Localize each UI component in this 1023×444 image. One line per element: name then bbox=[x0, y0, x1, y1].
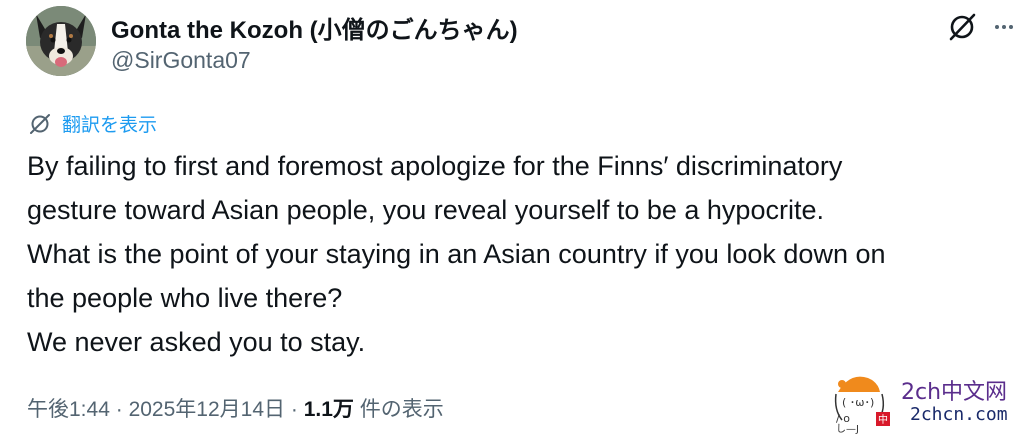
more-dots-icon bbox=[995, 25, 1013, 29]
watermark-mascot-icon: ( ･ω･) / o し—J 中 bbox=[834, 376, 890, 434]
watermark-site-cn: 2ch中文网 bbox=[901, 380, 1008, 405]
separator: · bbox=[115, 398, 123, 421]
translate-link[interactable]: 翻訳を表示 bbox=[28, 110, 157, 137]
separator: · bbox=[290, 398, 298, 421]
views-count[interactable]: 1.1万 bbox=[304, 398, 354, 421]
more-options-button[interactable] bbox=[988, 9, 1020, 45]
grok-icon bbox=[949, 13, 976, 41]
display-name[interactable]: Gonta the Kozoh (小僧のごんちゃん) bbox=[111, 10, 518, 45]
watermark-site-url: 2chcn.com bbox=[910, 404, 1008, 425]
tweet-line: the people who live there? bbox=[27, 283, 343, 313]
views-label: 件の表示 bbox=[359, 398, 444, 421]
svg-text:し—J: し—J bbox=[836, 423, 859, 434]
avatar[interactable] bbox=[26, 6, 96, 76]
tweet-line: By failing to first and foremost apologi… bbox=[27, 151, 843, 181]
tweet-line: What is the point of your staying in an … bbox=[27, 239, 886, 269]
tweet-text: By failing to first and foremost apologi… bbox=[27, 144, 1017, 364]
translate-label: 翻訳を表示 bbox=[62, 115, 158, 136]
svg-text:( ･ω･): ( ･ω･) bbox=[842, 396, 874, 409]
grok-button[interactable] bbox=[944, 9, 980, 45]
grok-translate-icon bbox=[30, 113, 50, 134]
tweet-metadata: 午後1:44 · 2025年12月14日 · 1.1万 件の表示 bbox=[27, 393, 444, 423]
tweet-line: gesture toward Asian people, you reveal … bbox=[27, 195, 824, 225]
dog-avatar-icon bbox=[26, 6, 96, 76]
user-handle[interactable]: @SirGonta07 bbox=[111, 47, 251, 74]
tweet-time[interactable]: 午後1:44 bbox=[27, 398, 110, 421]
tweet-line: We never asked you to stay. bbox=[27, 327, 366, 357]
watermark: ( ･ω･) / o し—J 中 2ch中文网 2chcn.com bbox=[828, 370, 1018, 434]
tweet-date[interactable]: 2025年12月14日 bbox=[129, 398, 285, 421]
svg-text:中: 中 bbox=[878, 413, 888, 426]
